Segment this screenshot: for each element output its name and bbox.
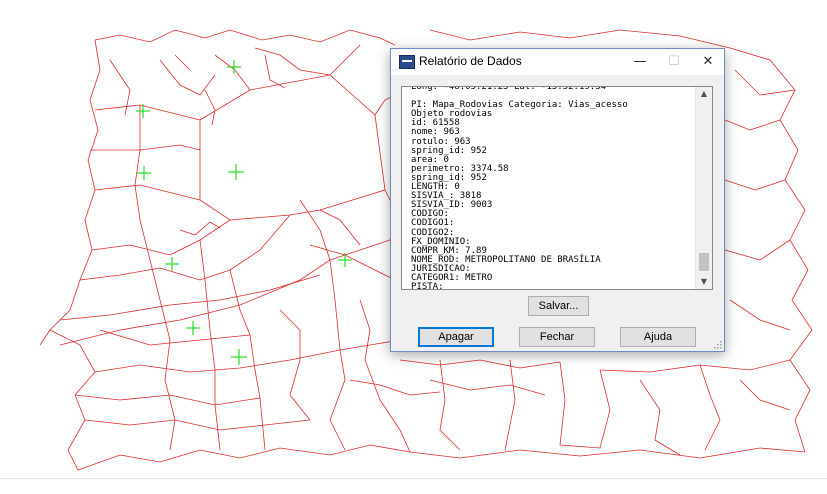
scroll-down-icon[interactable]: ▼ <box>696 275 712 289</box>
plus-icon <box>231 349 247 365</box>
road <box>734 69 796 96</box>
road <box>174 54 191 71</box>
road <box>729 47 813 453</box>
minimize-button[interactable]: — <box>623 49 657 75</box>
road <box>299 199 346 451</box>
scroll-thumb[interactable] <box>699 253 709 271</box>
plus-icon <box>137 166 151 180</box>
road <box>699 364 721 451</box>
road <box>309 244 401 283</box>
road <box>59 274 321 321</box>
title-bar[interactable]: Relatório de Dados — ☐ ✕ <box>391 49 724 75</box>
app-icon <box>399 55 415 69</box>
road <box>349 379 441 396</box>
close-button[interactable]: Fechar <box>519 327 595 347</box>
road <box>91 219 231 256</box>
vertical-scrollbar[interactable]: ▲ ▼ <box>695 87 712 289</box>
report-text: Long: -48:05:21.25 Lat: -15:52:19.34 PI: … <box>411 87 701 290</box>
road <box>264 54 286 89</box>
road <box>179 221 221 236</box>
road <box>84 419 311 431</box>
resize-grip-icon[interactable] <box>712 339 722 349</box>
report-line: CODIGO1: <box>411 218 455 229</box>
road <box>429 29 731 49</box>
clear-button[interactable]: Apagar <box>418 327 494 347</box>
plus-icon <box>227 60 241 74</box>
plus-icon <box>228 164 244 180</box>
help-button[interactable]: Ajuda <box>620 327 696 347</box>
road <box>94 339 401 373</box>
plus-icon <box>165 257 179 271</box>
road <box>94 184 201 201</box>
dialog-title: Relatório de Dados <box>419 54 522 68</box>
road <box>409 447 806 459</box>
road <box>204 89 216 126</box>
plus-icon <box>136 104 150 118</box>
road <box>599 359 791 373</box>
status-strip <box>0 478 827 494</box>
road <box>439 359 461 451</box>
road <box>199 74 386 221</box>
close-window-button[interactable]: ✕ <box>691 49 725 75</box>
road <box>90 144 201 151</box>
road <box>504 359 516 451</box>
road <box>109 59 131 116</box>
report-line: SISVIA_ID: 9003 <box>411 200 493 211</box>
road <box>729 299 791 331</box>
save-button[interactable]: Salvar... <box>528 296 589 316</box>
road <box>99 329 251 346</box>
road <box>49 39 101 331</box>
road <box>559 361 611 449</box>
report-line: CODIGO: <box>411 209 449 220</box>
plus-icon <box>338 253 352 267</box>
road <box>74 394 261 406</box>
report-line: CATEGOR1: METRO <box>411 272 493 283</box>
scroll-up-icon[interactable]: ▲ <box>696 87 712 101</box>
maximize-button: ☐ <box>668 54 680 69</box>
report-text-area[interactable]: Long: -48:05:21.25 Lat: -15:52:19.34 PI: … <box>401 86 713 290</box>
road <box>724 119 781 131</box>
road <box>724 239 791 261</box>
road <box>399 359 561 369</box>
road <box>429 379 546 396</box>
report-line: spring_id: 952 <box>411 145 487 156</box>
road <box>329 44 361 76</box>
plus-icon <box>186 321 200 335</box>
road <box>159 59 216 96</box>
road <box>214 54 251 91</box>
road <box>39 329 51 346</box>
road <box>724 179 786 191</box>
report-dialog: Relatório de Dados — ☐ ✕ Long: -48:05:21… <box>390 48 725 352</box>
road <box>134 105 151 261</box>
road <box>94 104 201 121</box>
road <box>199 239 221 451</box>
road <box>94 29 396 46</box>
road <box>49 329 411 471</box>
road <box>739 379 791 411</box>
road <box>319 209 361 246</box>
road <box>639 379 681 456</box>
report-line: PISTA: <box>411 282 444 290</box>
road <box>279 309 311 421</box>
